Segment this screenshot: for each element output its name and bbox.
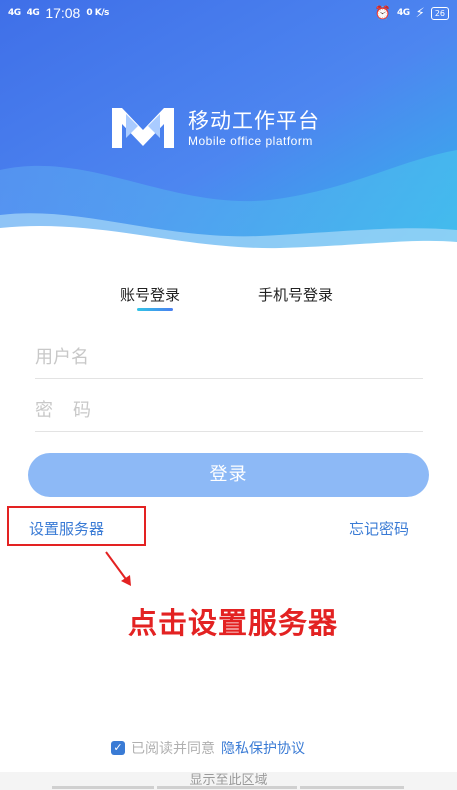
password-input[interactable]: [35, 391, 423, 429]
brand-block: 移动工作平台 Mobile office platform: [112, 108, 320, 148]
password-field: [35, 391, 423, 432]
agreement-row: ✓ 已阅读并同意 隐私保护协议: [111, 738, 305, 758]
tab-account-login[interactable]: 账号登录: [120, 284, 180, 305]
annotation-highlight-box: [7, 506, 146, 546]
header-banner: 4G 4G 17:08 0 K/s ⏰ 4G ⚡ 26 移动工作平台 Mobil…: [0, 0, 457, 262]
privacy-policy-link[interactable]: 隐私保护协议: [221, 738, 305, 758]
annotation-text: 点击设置服务器: [128, 606, 339, 640]
login-button[interactable]: 登录: [28, 453, 429, 497]
agreement-checkbox[interactable]: ✓: [111, 741, 125, 755]
app-logo-icon: [112, 108, 174, 148]
network-speed: 0 K/s: [86, 8, 109, 18]
charging-icon: ⚡: [415, 5, 425, 21]
annotation-arrow-icon: [105, 551, 131, 586]
network-label: 4G: [397, 8, 410, 18]
agreement-prefix: 已阅读并同意: [131, 741, 215, 757]
forgot-password-link[interactable]: 忘记密码: [349, 518, 409, 539]
signal-2-indicator: 4G: [26, 8, 40, 18]
tab-phone-login[interactable]: 手机号登录: [258, 284, 333, 305]
alarm-icon: ⏰: [374, 5, 392, 21]
bottom-divider: [157, 786, 297, 789]
app-subtitle: Mobile office platform: [188, 134, 313, 148]
username-field: [35, 338, 423, 379]
login-tabs: 账号登录 手机号登录: [0, 284, 457, 318]
username-input[interactable]: [35, 338, 423, 376]
battery-indicator: 26: [430, 6, 449, 20]
signal-1-indicator: 4G: [8, 8, 21, 18]
bottom-divider: [52, 786, 154, 789]
app-title: 移动工作平台: [188, 109, 320, 133]
status-time: 17:08: [45, 5, 81, 21]
active-tab-indicator: [137, 308, 173, 311]
status-bar: 4G 4G 17:08 0 K/s ⏰ 4G ⚡ 26: [0, 0, 457, 26]
bottom-divider: [300, 786, 404, 789]
